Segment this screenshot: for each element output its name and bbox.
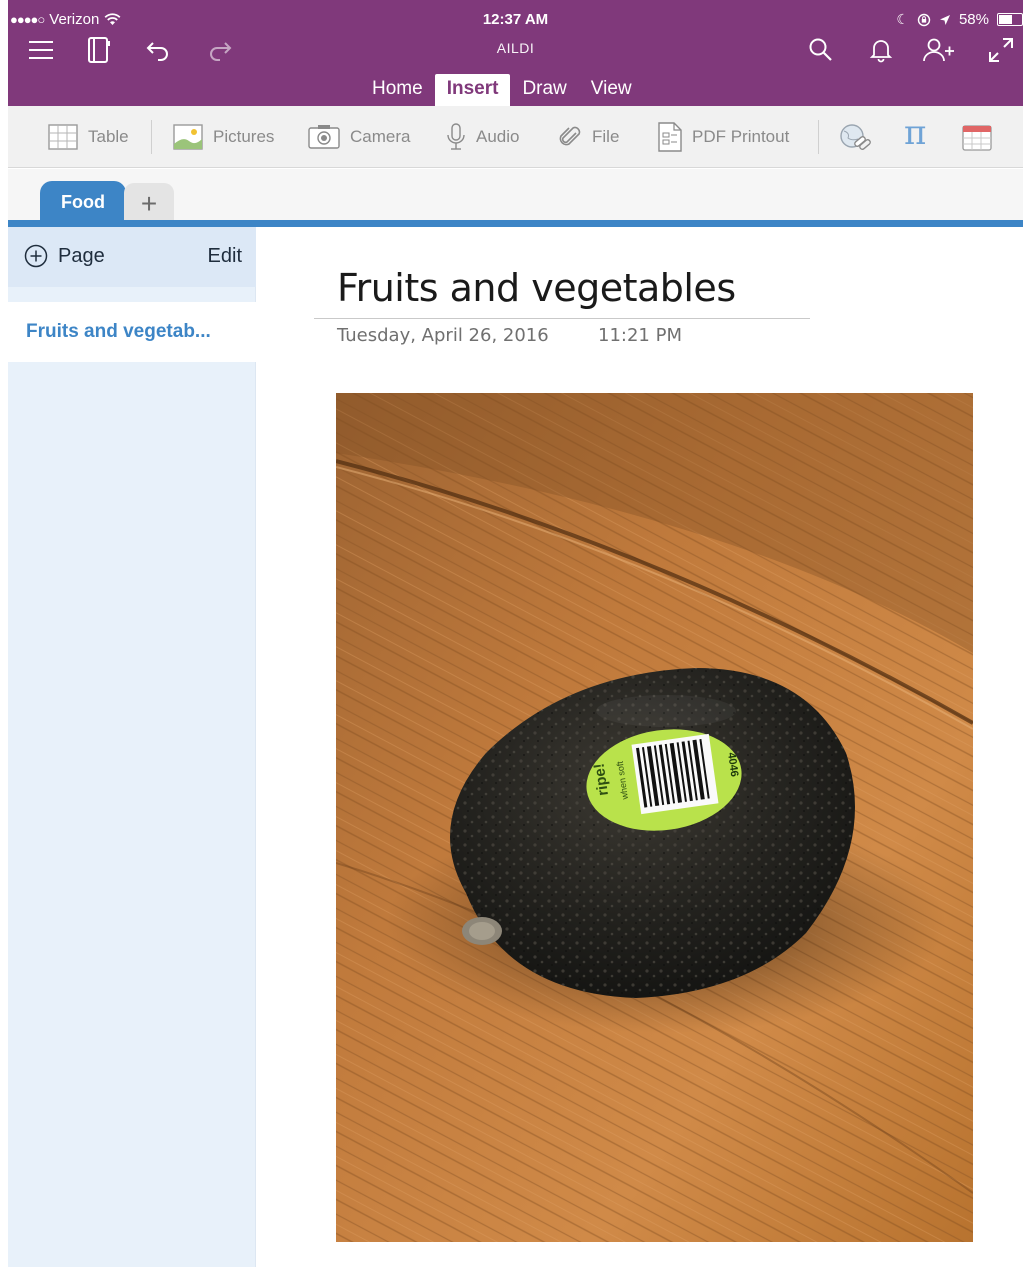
add-circle-icon bbox=[24, 244, 48, 268]
ribbon-divider bbox=[818, 120, 819, 154]
tab-insert[interactable]: Insert bbox=[434, 74, 511, 106]
add-page-label: Page bbox=[58, 244, 105, 267]
page-list-item[interactable]: Fruits and vegetab... bbox=[8, 302, 256, 362]
insert-link-button[interactable] bbox=[838, 122, 872, 152]
insert-camera-button[interactable]: Camera bbox=[308, 122, 410, 152]
pages-header: Page Edit bbox=[8, 227, 256, 287]
redo-icon[interactable] bbox=[202, 33, 236, 67]
insert-pdf-printout-button[interactable]: PDF Printout bbox=[658, 122, 789, 152]
insert-table-button[interactable]: Table bbox=[48, 122, 129, 152]
insert-equation-button[interactable]: π bbox=[904, 113, 926, 153]
table-icon bbox=[48, 124, 78, 150]
camera-label: Camera bbox=[350, 127, 411, 146]
notebooks-icon[interactable] bbox=[82, 33, 116, 67]
page-list-item-label: Fruits and vegetab... bbox=[26, 321, 211, 342]
avocado-photo-drawing: ripe! when soft 4046 bbox=[336, 393, 973, 1242]
link-globe-icon bbox=[840, 124, 871, 150]
insert-ribbon: Table Pictures Camera Audio File PDF Pri… bbox=[8, 106, 1023, 168]
avocado-photo[interactable]: ripe! when soft 4046 bbox=[336, 393, 973, 1242]
page-title[interactable]: Fruits and vegetables bbox=[337, 266, 736, 310]
pdf-printout-label: PDF Printout bbox=[692, 127, 790, 146]
add-person-icon[interactable] bbox=[922, 33, 956, 67]
pi-icon: π bbox=[904, 113, 927, 153]
audio-label: Audio bbox=[476, 127, 520, 146]
undo-icon[interactable] bbox=[142, 33, 176, 67]
battery-percent: 58% bbox=[958, 11, 989, 28]
file-label: File bbox=[592, 127, 620, 146]
plus-icon: + bbox=[140, 187, 158, 219]
paperclip-icon bbox=[559, 126, 581, 146]
calendar-icon bbox=[962, 125, 992, 151]
menu-icon[interactable] bbox=[24, 33, 58, 67]
moon-icon: ☾ bbox=[896, 11, 909, 27]
status-time: 12:37 AM bbox=[482, 11, 549, 28]
pages-pane: Page Edit Fruits and vegetab... bbox=[8, 227, 256, 1267]
search-icon[interactable] bbox=[804, 33, 838, 67]
ribbon-tabs: Home Insert Draw View bbox=[360, 74, 644, 106]
battery-icon bbox=[997, 13, 1023, 26]
status-bar: ●●●●○ Verizon 12:37 AM ☾ 58% bbox=[8, 8, 1023, 32]
expand-icon[interactable] bbox=[984, 33, 1018, 67]
insert-file-button[interactable]: File bbox=[558, 122, 619, 152]
bell-icon[interactable] bbox=[864, 33, 898, 67]
app-frame: ●●●●○ Verizon 12:37 AM ☾ 58% AILDI Home … bbox=[8, 0, 1023, 1267]
table-label: Table bbox=[88, 127, 129, 146]
section-color-bar bbox=[8, 220, 1023, 227]
insert-date-button[interactable] bbox=[962, 122, 992, 152]
rotation-lock-icon bbox=[917, 13, 931, 26]
tab-home[interactable]: Home bbox=[360, 74, 435, 106]
camera-icon bbox=[308, 125, 340, 149]
location-icon bbox=[939, 14, 950, 25]
pictures-label: Pictures bbox=[213, 127, 275, 146]
add-section-button[interactable]: + bbox=[124, 183, 174, 224]
app-header: ●●●●○ Verizon 12:37 AM ☾ 58% AILDI Home … bbox=[8, 0, 1023, 106]
page-time: 11:21 PM bbox=[598, 325, 682, 346]
tab-view[interactable]: View bbox=[579, 74, 644, 106]
section-tabs-row: Food + bbox=[8, 169, 1023, 224]
add-page-button[interactable]: Page bbox=[24, 244, 105, 268]
tab-draw[interactable]: Draw bbox=[510, 74, 578, 106]
page-date: Tuesday, April 26, 2016 bbox=[337, 325, 549, 346]
edit-pages-button[interactable]: Edit bbox=[208, 245, 242, 268]
pdf-printout-icon bbox=[658, 122, 682, 152]
title-underline bbox=[314, 318, 810, 319]
insert-audio-button[interactable]: Audio bbox=[446, 122, 519, 152]
battery-fill bbox=[999, 15, 1012, 24]
insert-pictures-button[interactable]: Pictures bbox=[173, 122, 274, 152]
ribbon-divider bbox=[151, 120, 152, 154]
status-right: ☾ 58% bbox=[896, 11, 1023, 28]
microphone-icon bbox=[447, 123, 465, 150]
section-tab-food[interactable]: Food bbox=[40, 181, 126, 224]
pictures-icon bbox=[173, 124, 203, 150]
